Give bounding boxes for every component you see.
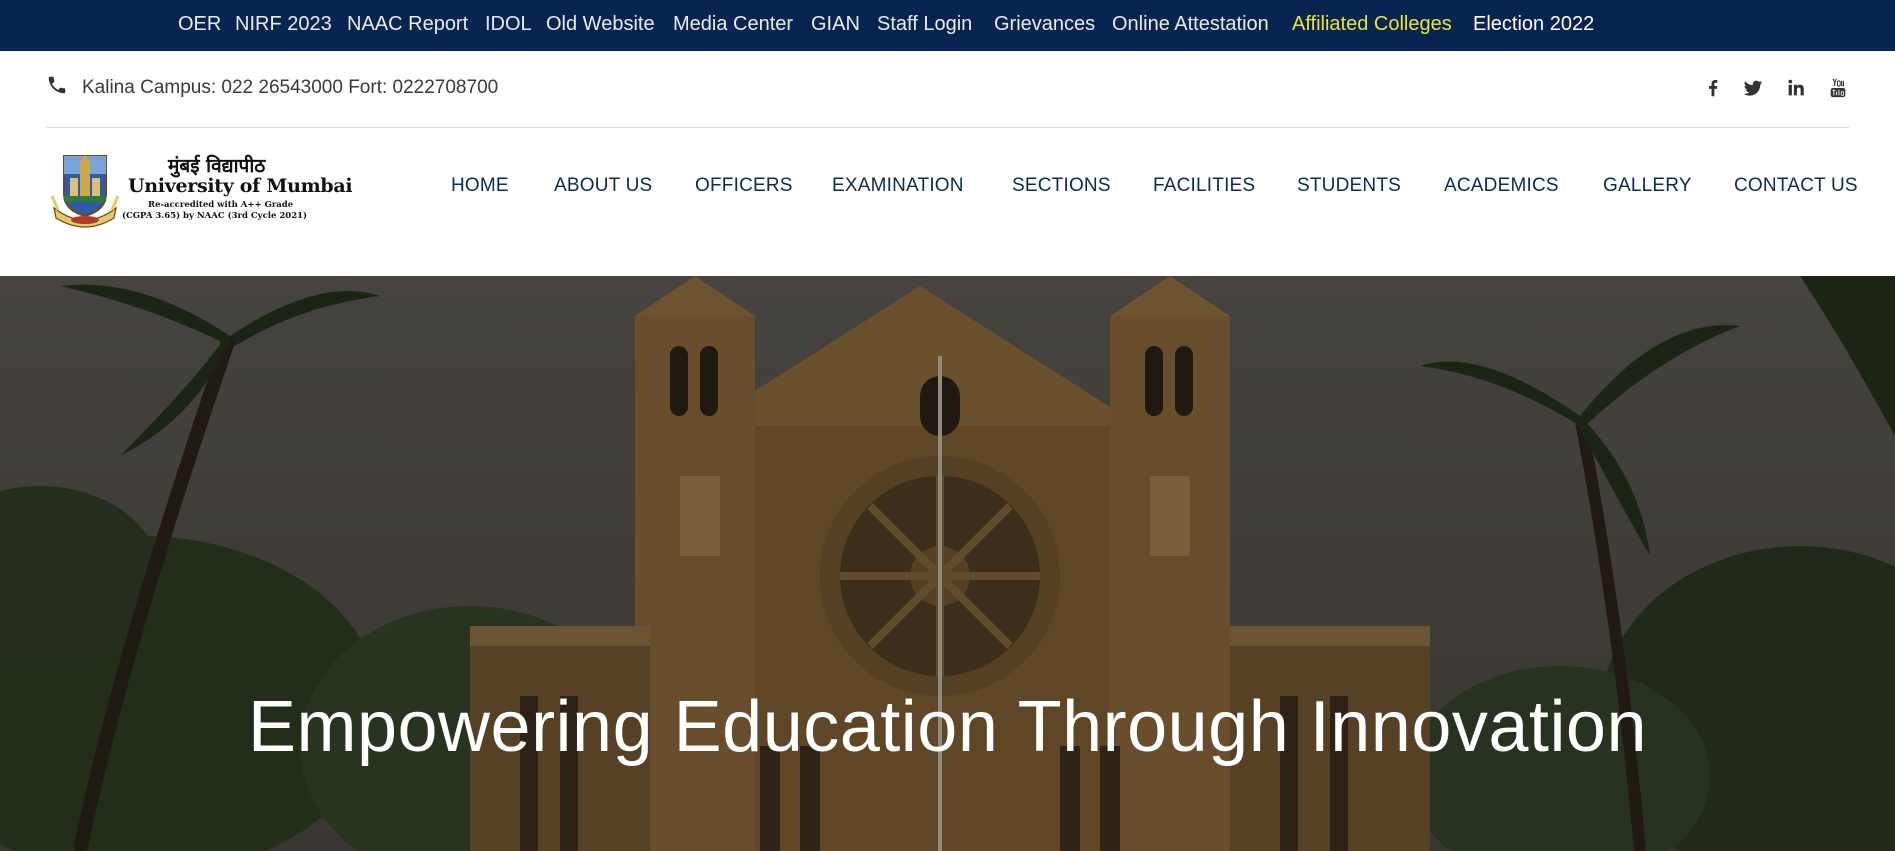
youtube-icon[interactable] [1827,77,1849,99]
top-link-bar: OER NIRF 2023 NAAC Report IDOL Old Websi… [0,0,1895,51]
nav-academics[interactable]: ACADEMICS [1444,175,1559,197]
contact-bar: Kalina Campus: 022 26543000 Fort: 022270… [0,51,1895,128]
nav-examination[interactable]: EXAMINATION [832,175,964,197]
nav-students[interactable]: STUDENTS [1297,175,1401,197]
top-link-online-attestation[interactable]: Online Attestation [1112,13,1269,36]
facebook-icon[interactable] [1702,77,1724,99]
logo-cgpa-line: (CGPA 3.65) by NAAC (3rd Cycle 2021) [122,211,308,221]
logo-english-text: University of Mumbai [128,175,353,197]
phone-icon [48,76,66,94]
top-link-old-website[interactable]: Old Website [546,13,655,36]
top-link-idol[interactable]: IDOL [485,13,532,36]
nav-officers[interactable]: OFFICERS [695,175,793,197]
linkedin-icon[interactable] [1785,77,1807,99]
nav-sections[interactable]: SECTIONS [1012,175,1111,197]
top-link-nirf[interactable]: NIRF 2023 [235,13,332,36]
university-logo[interactable]: मुंबई विद्यापीठ University of Mumbai Re-… [50,152,353,228]
top-link-media-center[interactable]: Media Center [673,13,793,36]
site-header: मुंबई विद्यापीठ University of Mumbai Re-… [0,128,1895,276]
nav-contact-us[interactable]: CONTACT US [1734,175,1858,197]
hero-banner: Empowering Education Through Innovation [0,276,1895,851]
logo-accreditation-line: Re-accredited with A++ Grade [148,200,294,210]
nav-home[interactable]: HOME [451,175,509,197]
top-link-oer[interactable]: OER [178,13,221,36]
top-link-gian[interactable]: GIAN [811,13,860,36]
twitter-icon[interactable] [1742,77,1764,99]
top-link-grievances[interactable]: Grievances [994,13,1095,36]
nav-facilities[interactable]: FACILITIES [1153,175,1255,197]
contact-numbers: Kalina Campus: 022 26543000 Fort: 022270… [82,77,499,98]
hero-title: Empowering Education Through Innovation [247,687,1648,767]
nav-about-us[interactable]: ABOUT US [554,175,652,197]
top-link-staff-login[interactable]: Staff Login [877,13,972,36]
university-emblem-icon [50,155,120,228]
nav-gallery[interactable]: GALLERY [1603,175,1692,197]
top-link-affiliated-colleges[interactable]: Affiliated Colleges [1292,13,1452,36]
top-link-election-2022[interactable]: Election 2022 [1473,13,1594,36]
top-link-naac-report[interactable]: NAAC Report [347,13,468,36]
